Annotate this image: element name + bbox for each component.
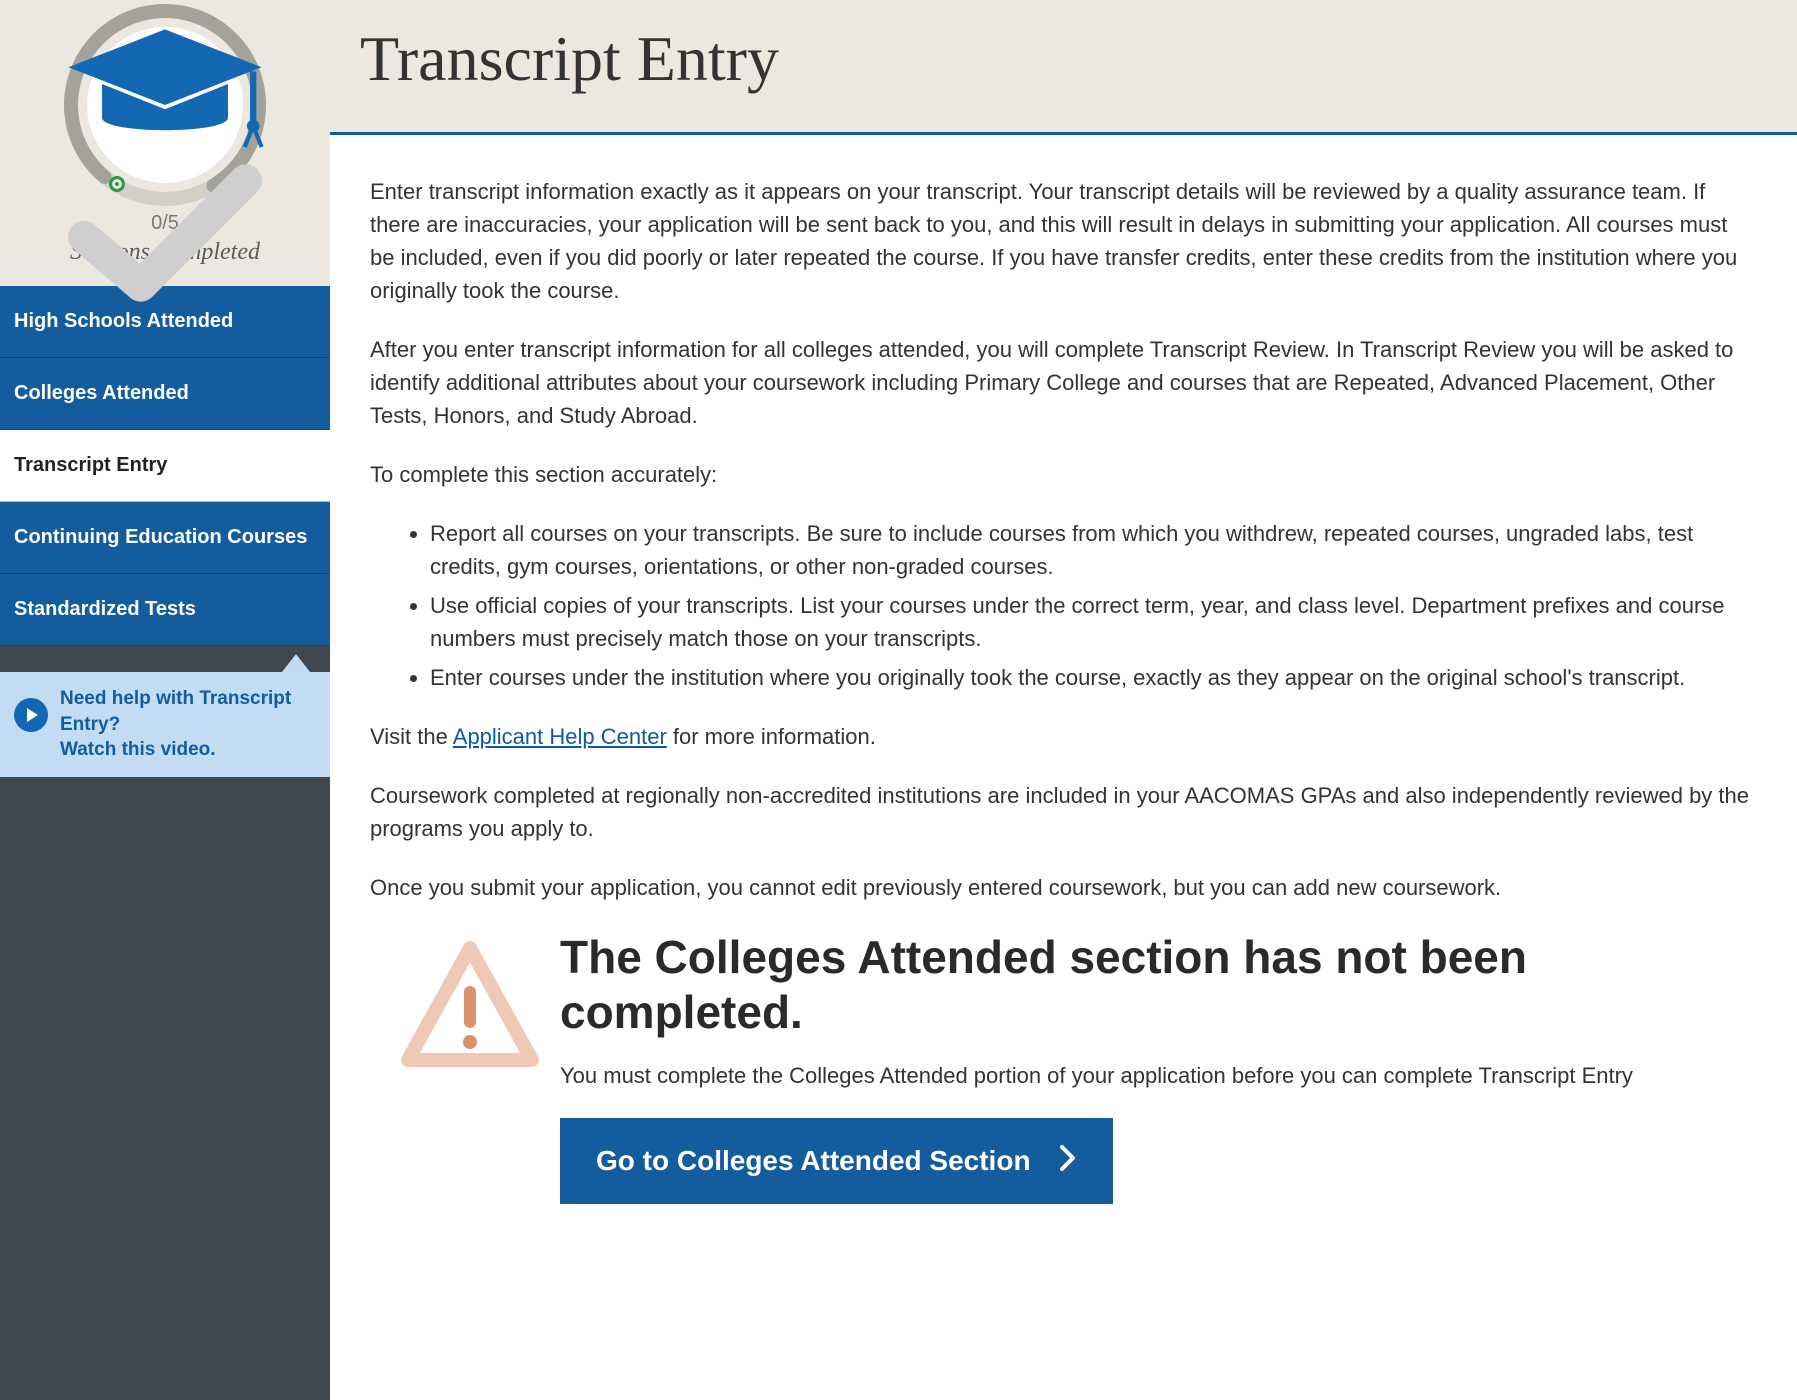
main-content: Transcript Entry Enter transcript inform… [330, 0, 1797, 1400]
sidebar-item-standardized-tests[interactable]: Standardized Tests [0, 574, 330, 646]
sidebar-item-label: Continuing Education Courses [14, 526, 307, 548]
sidebar-item-label: Standardized Tests [14, 598, 196, 620]
list-item: Report all courses on your transcripts. … [430, 517, 1757, 583]
intro-para-2: After you enter transcript information f… [370, 333, 1757, 432]
alert-subtext: You must complete the Colleges Attended … [560, 1060, 1727, 1092]
progress-start-dot [110, 177, 124, 191]
content-body: Enter transcript information exactly as … [330, 135, 1797, 1264]
sidebar-item-label: Colleges Attended [14, 382, 189, 404]
list-item: Use official copies of your transcripts.… [430, 589, 1757, 655]
intro-para-3: To complete this section accurately: [370, 458, 1757, 491]
page-header: Transcript Entry [330, 0, 1797, 135]
cta-label: Go to Colleges Attended Section [596, 1145, 1031, 1177]
help-video-callout[interactable]: Need help with Transcript Entry? Watch t… [0, 672, 330, 777]
chevron-right-icon [1059, 1144, 1077, 1178]
progress-ring [60, 0, 270, 210]
progress-panel: 0/5 Sections Completed [0, 0, 330, 286]
sidebar: 0/5 Sections Completed High Schools Atte… [0, 0, 330, 1400]
warning-triangle-icon [400, 940, 540, 1079]
page-title: Transcript Entry [360, 22, 1767, 96]
help-text: Need help with Transcript Entry? Watch t… [60, 686, 318, 763]
para-accredited: Coursework completed at regionally non-a… [370, 779, 1757, 845]
para-submit-note: Once you submit your application, you ca… [370, 871, 1757, 904]
go-to-colleges-button[interactable]: Go to Colleges Attended Section [560, 1118, 1113, 1204]
help-center-link[interactable]: Applicant Help Center [453, 724, 667, 749]
sidebar-item-colleges-attended[interactable]: Colleges Attended [0, 358, 330, 430]
sidebar-item-label: Transcript Entry [14, 454, 167, 476]
visit-line: Visit the Applicant Help Center for more… [370, 720, 1757, 753]
intro-para-1: Enter transcript information exactly as … [370, 175, 1757, 307]
alert-panel: The Colleges Attended section has not be… [370, 930, 1757, 1244]
instruction-list: Report all courses on your transcripts. … [430, 517, 1757, 694]
sidebar-item-transcript-entry[interactable]: Transcript Entry [0, 430, 330, 502]
sidebar-item-continuing-education[interactable]: Continuing Education Courses [0, 502, 330, 574]
checkmark-icon [60, 132, 270, 342]
list-item: Enter courses under the institution wher… [430, 661, 1757, 694]
play-icon [14, 698, 48, 732]
alert-heading: The Colleges Attended section has not be… [560, 930, 1727, 1040]
